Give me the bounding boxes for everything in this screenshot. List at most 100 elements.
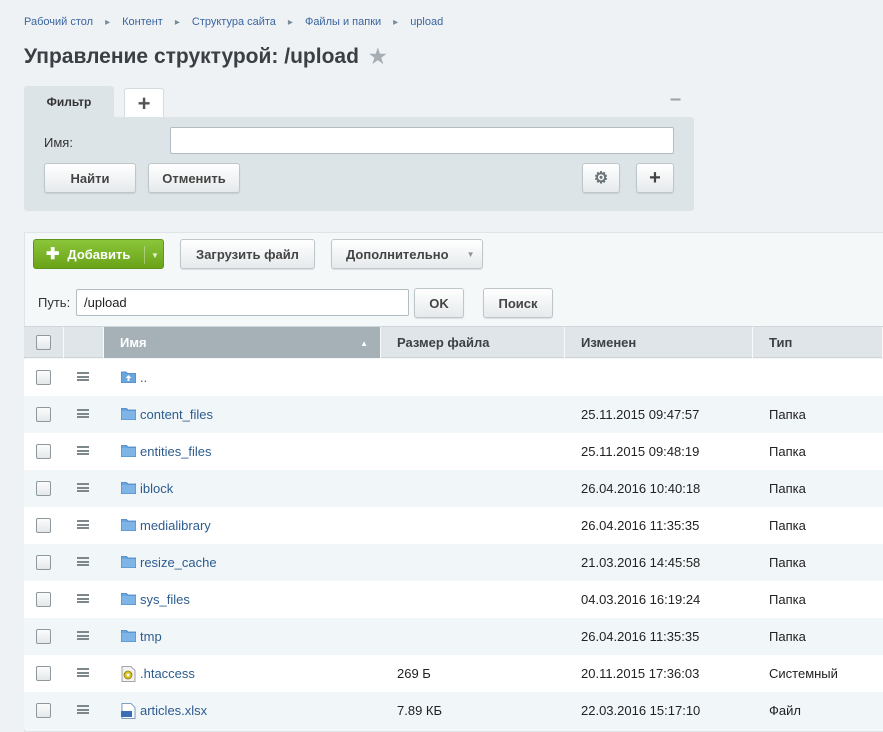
row-checkbox[interactable] bbox=[36, 703, 51, 718]
folder-up-icon bbox=[120, 370, 137, 384]
divider bbox=[144, 246, 145, 264]
table-row[interactable]: .. bbox=[24, 359, 883, 396]
table-row[interactable]: entities_files 25.11.2015 09:48:19 Папка bbox=[24, 433, 883, 470]
row-type: Файл bbox=[769, 703, 801, 718]
row-modified: 22.03.2016 15:17:10 bbox=[581, 703, 701, 718]
table-row[interactable]: tmp 26.04.2016 11:35:35 Папка bbox=[24, 618, 883, 655]
row-type: Папка bbox=[769, 518, 806, 533]
table-row[interactable]: articles.xlsx 7.89 КБ 22.03.2016 15:17:10 Ф… bbox=[24, 692, 883, 729]
cancel-button[interactable]: Отменить bbox=[148, 163, 240, 193]
row-type: Папка bbox=[769, 629, 806, 644]
menu-icon[interactable] bbox=[77, 594, 89, 603]
row-name-link[interactable]: articles.xlsx bbox=[140, 703, 207, 718]
folder-icon bbox=[120, 592, 137, 606]
column-header-modified[interactable]: Изменен bbox=[565, 327, 753, 358]
system-file-icon bbox=[121, 666, 136, 682]
row-type: Папка bbox=[769, 407, 806, 422]
chevron-down-icon: ▼ bbox=[466, 249, 475, 259]
row-modified: 20.11.2015 17:36:03 bbox=[581, 666, 700, 681]
menu-icon[interactable] bbox=[77, 631, 89, 640]
chevron-right-icon: ▸ bbox=[174, 16, 180, 28]
row-checkbox[interactable] bbox=[36, 518, 51, 533]
chevron-right-icon: ▸ bbox=[287, 16, 293, 28]
path-input[interactable]: /upload bbox=[76, 289, 409, 316]
breadcrumb-item[interactable]: Структура сайта bbox=[192, 16, 276, 28]
breadcrumb-item[interactable]: Контент bbox=[122, 16, 163, 28]
table-row[interactable]: content_files 25.11.2015 09:47:57 Папка bbox=[24, 396, 883, 433]
row-name-link[interactable]: content_files bbox=[140, 407, 213, 422]
row-checkbox[interactable] bbox=[36, 629, 51, 644]
column-header-name[interactable]: Имя ▲ bbox=[104, 327, 381, 358]
table-row[interactable]: sys_files 04.03.2016 16:19:24 Папка bbox=[24, 581, 883, 618]
menu-icon[interactable] bbox=[77, 446, 89, 455]
menu-icon[interactable] bbox=[77, 372, 89, 381]
row-name-link[interactable]: resize_cache bbox=[140, 555, 217, 570]
table-header: Имя ▲ Размер файла Изменен Тип bbox=[24, 326, 883, 358]
folder-icon bbox=[120, 518, 137, 532]
settings-button[interactable]: ⚙ bbox=[582, 163, 620, 193]
row-type: Папка bbox=[769, 555, 806, 570]
star-icon[interactable]: ★ bbox=[369, 44, 387, 69]
ok-button[interactable]: OK bbox=[414, 288, 464, 318]
sort-up-icon: ▲ bbox=[360, 339, 368, 348]
row-name-link[interactable]: iblock bbox=[140, 481, 173, 496]
add-button[interactable]: ✚ Добавить ▼ bbox=[33, 239, 164, 269]
path-label: Путь: bbox=[38, 295, 71, 310]
breadcrumb-item[interactable]: Рабочий стол bbox=[24, 16, 93, 28]
tab-filter[interactable]: Фильтр bbox=[24, 86, 114, 118]
filter-name-input[interactable] bbox=[170, 127, 674, 154]
row-checkbox[interactable] bbox=[36, 555, 51, 570]
menu-icon[interactable] bbox=[77, 520, 89, 529]
select-all-checkbox[interactable] bbox=[36, 335, 51, 350]
row-name-link[interactable]: entities_files bbox=[140, 444, 212, 459]
row-type: Папка bbox=[769, 481, 806, 496]
table-row[interactable]: resize_cache 21.03.2016 14:45:58 Папка bbox=[24, 544, 883, 581]
menu-icon[interactable] bbox=[77, 668, 89, 677]
row-modified: 26.04.2016 11:35:35 bbox=[581, 629, 700, 644]
row-checkbox[interactable] bbox=[36, 481, 51, 496]
row-modified: 21.03.2016 14:45:58 bbox=[581, 555, 701, 570]
folder-icon bbox=[120, 444, 137, 458]
row-checkbox[interactable] bbox=[36, 370, 51, 385]
breadcrumb-item[interactable]: upload bbox=[410, 16, 443, 28]
add-field-button[interactable]: + bbox=[636, 163, 674, 193]
column-header-type[interactable]: Тип bbox=[753, 327, 883, 358]
folder-icon bbox=[120, 481, 137, 495]
menu-icon[interactable] bbox=[77, 705, 89, 714]
search-button[interactable]: Поиск bbox=[483, 288, 553, 318]
row-type: Папка bbox=[769, 592, 806, 607]
gear-icon: ⚙ bbox=[593, 170, 609, 187]
row-checkbox[interactable] bbox=[36, 444, 51, 459]
folder-icon bbox=[120, 629, 137, 643]
row-checkbox[interactable] bbox=[36, 407, 51, 422]
row-modified: 25.11.2015 09:48:19 bbox=[581, 444, 700, 459]
menu-icon[interactable] bbox=[77, 409, 89, 418]
menu-icon[interactable] bbox=[77, 557, 89, 566]
add-filter-tab-button[interactable]: + bbox=[124, 88, 164, 118]
row-modified: 25.11.2015 09:47:57 bbox=[581, 407, 700, 422]
table-row[interactable]: .htaccess 269 Б 20.11.2015 17:36:03 Системн… bbox=[24, 655, 883, 692]
menu-icon[interactable] bbox=[77, 483, 89, 492]
row-name-link[interactable]: .htaccess bbox=[140, 666, 195, 681]
actions-header bbox=[64, 327, 104, 358]
row-modified: 26.04.2016 11:35:35 bbox=[581, 518, 700, 533]
minimize-icon[interactable]: – bbox=[670, 89, 684, 109]
more-button[interactable]: Дополнительно ▼ bbox=[331, 239, 483, 269]
table-row[interactable]: iblock 26.04.2016 10:40:18 Папка bbox=[24, 470, 883, 507]
row-checkbox[interactable] bbox=[36, 592, 51, 607]
row-name-link[interactable]: tmp bbox=[140, 629, 162, 644]
more-button-label: Дополнительно bbox=[346, 246, 449, 262]
page-title: Управление структурой: /upload ★ bbox=[24, 44, 387, 69]
upload-file-button[interactable]: Загрузить файл bbox=[180, 239, 315, 269]
row-name-link[interactable]: sys_files bbox=[140, 592, 190, 607]
table-row[interactable]: medialibrary 26.04.2016 11:35:35 Папка bbox=[24, 507, 883, 544]
breadcrumb-item[interactable]: Файлы и папки bbox=[305, 16, 381, 28]
row-name-link[interactable]: medialibrary bbox=[140, 518, 211, 533]
find-button[interactable]: Найти bbox=[44, 163, 136, 193]
row-name-link[interactable]: .. bbox=[140, 370, 147, 385]
page-title-text: Управление структурой: /upload bbox=[24, 44, 359, 68]
column-header-size[interactable]: Размер файла bbox=[381, 327, 565, 358]
row-modified: 26.04.2016 10:40:18 bbox=[581, 481, 701, 496]
chevron-down-icon[interactable]: ▼ bbox=[151, 251, 159, 260]
row-checkbox[interactable] bbox=[36, 666, 51, 681]
